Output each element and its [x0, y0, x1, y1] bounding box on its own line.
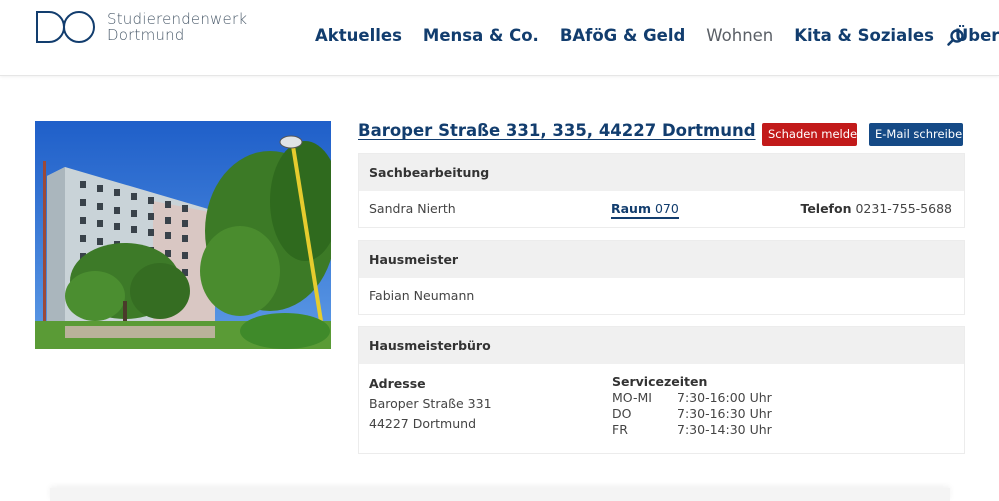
nav-item-wohnen[interactable]: Wohnen — [706, 26, 773, 45]
room-number: 070 — [654, 201, 679, 216]
site-logo[interactable]: Studierendenwerk Dortmund — [35, 10, 247, 44]
service-time: 7:30-16:00 Uhr — [677, 390, 772, 405]
service-day: MO-MI — [612, 390, 652, 405]
address-street: Baroper Straße 331 — [369, 396, 492, 411]
hausmeister-body: Fabian Neumann — [359, 278, 964, 314]
logo-text: Studierendenwerk Dortmund — [107, 11, 247, 43]
nav-item-bafoeg[interactable]: BAföG & Geld — [560, 26, 685, 45]
address-city: 44227 Dortmund — [369, 416, 477, 431]
sachbearbeitung-heading: Sachbearbeitung — [359, 154, 964, 191]
next-section-edge — [50, 488, 950, 501]
phone-info: Telefon 0231-755-5688 — [800, 191, 952, 227]
service-time: 7:30-16:30 Uhr — [677, 406, 772, 421]
room-link[interactable]: Raum 070 — [611, 201, 679, 219]
hausmeisterbuero-body: Adresse Baroper Straße 331 44227 Dortmun… — [359, 364, 964, 453]
nav-item-mensa[interactable]: Mensa & Co. — [423, 26, 539, 45]
hausmeister-heading: Hausmeister — [359, 241, 964, 278]
service-hours-label: Servicezeiten — [612, 374, 708, 389]
phone-number: 0231-755-5688 — [855, 201, 952, 216]
phone-label: Telefon — [800, 201, 852, 216]
listing-details: Baroper Straße 331, 335, 44227 Dortmund … — [358, 118, 969, 454]
room-label: Raum — [611, 201, 651, 216]
hausmeisterbuero-heading: Hausmeisterbüro — [359, 327, 964, 364]
contact-name: Sandra Nierth — [369, 201, 456, 216]
service-hours-row: DO 7:30-16:30 Uhr — [612, 406, 772, 422]
logo-line2: Dortmund — [107, 26, 185, 44]
service-hours: Servicezeiten MO-MI 7:30-16:00 Uhr DO 7:… — [612, 374, 772, 438]
janitor-name: Fabian Neumann — [369, 288, 475, 303]
nav-item-aktuelles[interactable]: Aktuelles — [315, 26, 402, 45]
service-time: 7:30-14:30 Uhr — [677, 422, 772, 437]
listing-title-row: Baroper Straße 331, 335, 44227 Dortmund … — [358, 118, 969, 153]
service-hours-row: FR 7:30-14:30 Uhr — [612, 422, 772, 438]
report-damage-button[interactable]: Schaden melden — [762, 123, 864, 146]
building-photo — [35, 121, 331, 349]
listing-address-link[interactable]: Baroper Straße 331, 335, 44227 Dortmund — [358, 121, 756, 140]
nav-item-kita[interactable]: Kita & Soziales — [794, 26, 934, 45]
sachbearbeitung-body: Sandra Nierth Raum 070 Telefon 0231-755-… — [359, 191, 964, 227]
service-hours-row: MO-MI 7:30-16:00 Uhr — [612, 390, 772, 406]
hausmeisterbuero-card: Hausmeisterbüro Adresse Baroper Straße 3… — [358, 326, 965, 454]
sachbearbeitung-card: Sachbearbeitung Sandra Nierth Raum 070 T… — [358, 153, 965, 228]
room-info: Raum 070 — [611, 191, 679, 227]
main-nav: Aktuelles Mensa & Co. BAföG & Geld Wohne… — [315, 26, 999, 45]
write-email-button[interactable]: E-Mail schreiben — [869, 123, 969, 146]
service-day: FR — [612, 422, 628, 437]
service-day: DO — [612, 406, 632, 421]
hausmeister-card: Hausmeister Fabian Neumann — [358, 240, 965, 315]
search-icon[interactable] — [946, 28, 966, 48]
office-address: Adresse Baroper Straße 331 44227 Dortmun… — [369, 374, 492, 434]
logo-mark-icon — [35, 10, 97, 44]
address-label: Adresse — [369, 376, 426, 391]
logo-line1: Studierendenwerk — [107, 10, 248, 28]
site-header: Studierendenwerk Dortmund Aktuelles Mens… — [0, 0, 999, 76]
